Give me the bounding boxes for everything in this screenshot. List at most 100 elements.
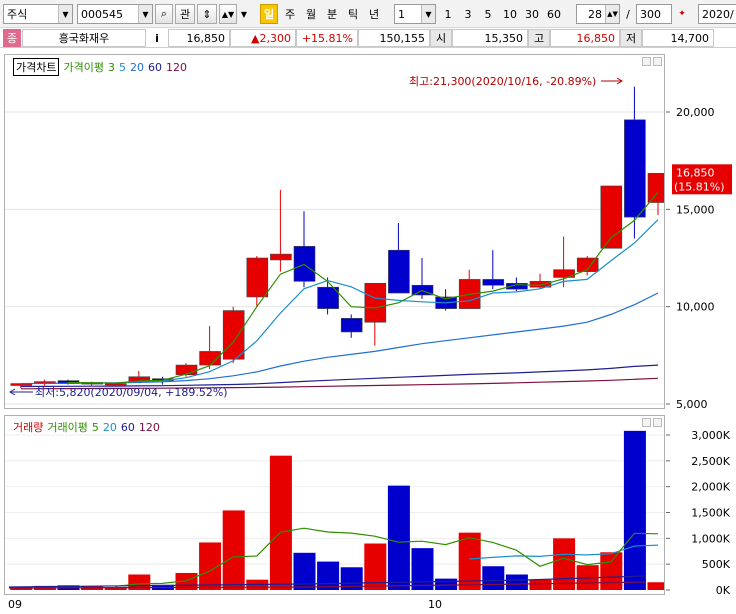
candle-body [222, 310, 245, 360]
date-axis: 09 10 [4, 596, 665, 614]
market-badge: 종 [3, 29, 21, 47]
volume-ma-20: 20 [102, 420, 117, 434]
tab-tick[interactable]: 틱 [344, 4, 362, 24]
volume-tick-label: 2,500K [691, 455, 730, 468]
period-select[interactable]: 1 ▼ [394, 4, 436, 24]
tab-day[interactable]: 일 [260, 4, 278, 24]
market-select[interactable]: 주식 ▼ [3, 4, 73, 24]
volume-chart-title[interactable]: 거래량 [13, 419, 43, 435]
search-button[interactable]: ⌕ [155, 4, 173, 24]
price-chart-title[interactable]: 가격차트 [13, 58, 60, 76]
price-ma-120: 120 [165, 60, 187, 74]
price-tick-label: 15,000 [676, 203, 715, 216]
ma3-line [68, 191, 659, 384]
price-tick-label: 20,000 [676, 106, 715, 119]
tab-year[interactable]: 년 [365, 4, 383, 24]
stepper-arrows-icon: ▲▼ [221, 9, 235, 19]
low-price: 14,700 [642, 29, 714, 47]
volume-bar [529, 579, 552, 590]
tab-minute[interactable]: 분 [323, 4, 341, 24]
price-change: ▲2,300 [230, 29, 296, 47]
volume-bar [222, 510, 245, 590]
candle-body [388, 249, 410, 294]
stock-code-select[interactable]: 000545 ▼ [77, 4, 153, 24]
candle-body [340, 318, 363, 333]
price-pane-controls [642, 57, 662, 66]
volume-ma-label: 거래이평 [47, 421, 88, 434]
tab-day-label: 일 [263, 8, 275, 21]
low-label: 저 [620, 29, 642, 47]
candle-body [600, 185, 623, 249]
candle-body [482, 279, 505, 286]
trade-volume: 150,155 [358, 29, 430, 47]
count-value: 28 [588, 7, 602, 21]
stepper-arrows-icon: ▲▼ [605, 5, 619, 23]
period-3-button[interactable]: 3 [460, 4, 476, 24]
candle-body [364, 283, 387, 323]
high-price: 16,850 [550, 29, 620, 47]
volume-bar [269, 455, 292, 590]
prev-next-stepper[interactable]: ▲▼ [219, 4, 237, 24]
volume-tick-label: 500K [702, 558, 731, 571]
volume-legend: 거래량 거래이평 5 20 60 120 [13, 419, 160, 435]
volume-axis: 3,000K 2,500K 2,000K 1,500K 1,000K 500K 0K [666, 415, 736, 597]
volume-chart-pane[interactable]: 거래량 거래이평 5 20 60 120 [4, 415, 665, 595]
period-60-button[interactable]: 60 [544, 4, 564, 24]
open-price: 15,350 [452, 29, 528, 47]
period-30-button[interactable]: 30 [522, 4, 542, 24]
date-label-09: 09 [8, 598, 22, 611]
volume-tick-label: 3,000K [691, 429, 730, 442]
volume-tick-label: 2,000K [691, 481, 730, 494]
volume-bar [387, 485, 410, 590]
ma5-line [115, 219, 659, 384]
minimize-icon[interactable] [642, 57, 651, 66]
search-icon: ⌕ [160, 7, 168, 20]
candle-body [270, 253, 292, 261]
period-select-value: 1 [398, 7, 405, 21]
volume-ma-120: 120 [138, 420, 160, 434]
volume-axis-svg: 3,000K 2,500K 2,000K 1,500K 1,000K 500K 0K [666, 429, 731, 597]
period-1-button[interactable]: 1 [440, 4, 456, 24]
date-input[interactable]: 2020/ [698, 4, 736, 24]
candle-body [293, 246, 316, 282]
close-icon[interactable] [653, 418, 662, 427]
total-count-input[interactable]: 300 [636, 4, 672, 24]
volume-pane-controls [642, 418, 662, 427]
count-stepper[interactable]: 28 ▲▼ [576, 4, 620, 24]
candle-body [104, 383, 127, 386]
high-label: 고 [528, 29, 550, 47]
volume-tick-label: 1,500K [691, 507, 730, 520]
chevron-down-icon: ▼ [138, 5, 152, 23]
market-select-value: 주식 [7, 8, 28, 21]
link-button[interactable]: ⇕ [197, 4, 217, 24]
volume-tick-label: 0K [716, 584, 731, 595]
price-tick-label: 5,000 [676, 398, 708, 409]
volume-bar [482, 566, 505, 590]
chart-toolbar: 주식 ▼ 000545 ▼ ⌕ 관 ⇕ ▲▼ ▼ 일 주 월 분 틱 년 1 ▼… [0, 0, 736, 28]
date-label-10: 10 [428, 598, 442, 611]
candle-body [647, 173, 664, 203]
interest-button[interactable]: 관 [175, 4, 195, 24]
price-ma-20: 20 [129, 60, 144, 74]
price-tick-label: 10,000 [676, 301, 715, 314]
change-percent: +15.81% [296, 29, 358, 47]
period-10-button[interactable]: 10 [500, 4, 520, 24]
price-ma-60: 60 [147, 60, 162, 74]
price-chart-pane[interactable]: 최고:21,300(2020/10/16, -20.89%) 최저:5,820(2… [4, 54, 665, 409]
stock-name: 흥국화재우 [22, 29, 146, 47]
info-icon[interactable]: i [148, 29, 166, 47]
total-count-value: 300 [640, 7, 661, 21]
close-icon[interactable] [653, 57, 662, 66]
minimize-icon[interactable] [642, 418, 651, 427]
link-icon: ⇕ [202, 7, 212, 21]
count-separator: / [626, 7, 630, 21]
price-legend: 가격차트 가격이평 3 5 20 60 120 [13, 58, 187, 76]
tab-month[interactable]: 월 [302, 4, 320, 24]
period-5-button[interactable]: 5 [480, 4, 496, 24]
price-ma-5: 5 [118, 60, 126, 74]
volume-tick-label: 1,000K [691, 532, 730, 545]
price-ma-3: 3 [107, 60, 115, 74]
refresh-icon[interactable]: ✦ [674, 4, 690, 24]
dropdown-arrow-icon[interactable]: ▼ [239, 4, 249, 24]
tab-week[interactable]: 주 [281, 4, 299, 24]
